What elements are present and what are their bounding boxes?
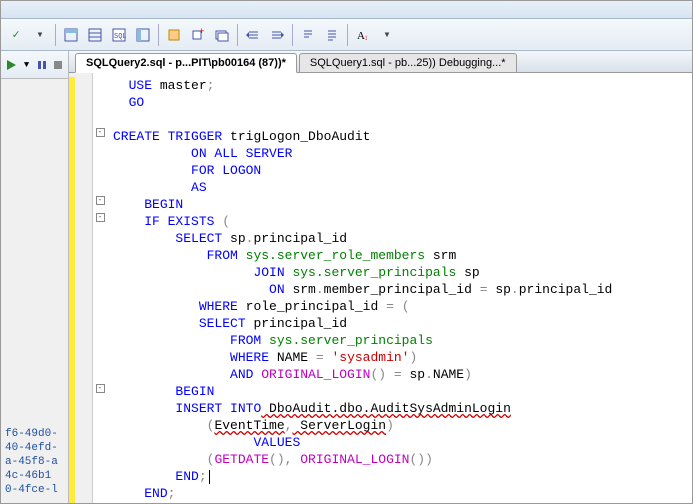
dropdown-icon[interactable]: ▾ — [29, 24, 51, 46]
pause-icon[interactable] — [36, 56, 48, 74]
fold-column: - - - - — [93, 73, 107, 503]
show-results-icon[interactable] — [132, 24, 154, 46]
list-item[interactable]: a-45f8-a — [3, 455, 66, 469]
list-item[interactable]: 40-4efd- — [3, 441, 66, 455]
indent-icon[interactable] — [266, 24, 288, 46]
add-group-icon[interactable] — [211, 24, 233, 46]
tab-sqlquery1[interactable]: SQLQuery1.sql - pb...25)) Debugging...* — [299, 53, 517, 72]
separator — [292, 24, 293, 46]
execute-icon[interactable] — [5, 56, 17, 74]
svg-text:SQL: SQL — [114, 33, 126, 41]
separator — [347, 24, 348, 46]
main-toolbar: ✓ ▾ SQL + A↕ ▾ — [1, 19, 692, 51]
window-titlebar — [1, 1, 692, 19]
show-criteria-icon[interactable] — [84, 24, 106, 46]
editor-tabs: SQLQuery2.sql - p...PIT\pb00164 (87))* S… — [69, 51, 692, 73]
fold-icon[interactable]: - — [96, 128, 105, 137]
dropdown2-icon[interactable]: ▾ — [376, 24, 398, 46]
list-item[interactable]: 0-4fce-l — [3, 483, 66, 497]
stop-icon[interactable] — [52, 56, 64, 74]
fold-icon[interactable]: - — [96, 213, 105, 222]
separator — [55, 24, 56, 46]
code-editor[interactable]: - - - - USE master; GO CREATE TRIGGER tr… — [69, 73, 692, 503]
show-sql-icon[interactable]: SQL — [108, 24, 130, 46]
outdent-icon[interactable] — [242, 24, 264, 46]
change-indicator — [69, 77, 75, 503]
text-cursor — [209, 470, 210, 484]
fold-icon[interactable]: - — [96, 384, 105, 393]
run-toolbar: ▾ — [1, 51, 68, 79]
separator — [158, 24, 159, 46]
tab-sqlquery2[interactable]: SQLQuery2.sql - p...PIT\pb00164 (87))* — [75, 53, 297, 73]
verify-icon[interactable]: ✓ — [5, 24, 27, 46]
execute-dropdown-icon[interactable]: ▾ — [21, 56, 32, 74]
comment-icon[interactable] — [297, 24, 319, 46]
svg-text:+: + — [199, 28, 204, 37]
svg-text:↕: ↕ — [364, 35, 368, 42]
object-explorer-list: f6-49d0- 40-4efd- a-45f8-a 4c-46b1 0-4fc… — [1, 79, 68, 503]
code-content[interactable]: USE master; GO CREATE TRIGGER trigLogon_… — [107, 73, 692, 503]
list-item[interactable]: 4c-46b1 — [3, 469, 66, 483]
list-item[interactable]: f6-49d0- — [3, 427, 66, 441]
change-type-icon[interactable] — [163, 24, 185, 46]
object-explorer-panel: ▾ f6-49d0- 40-4efd- a-45f8-a 4c-46b1 0-4… — [1, 51, 69, 503]
show-diagram-icon[interactable] — [60, 24, 82, 46]
font-icon[interactable]: A↕ — [352, 24, 374, 46]
uncomment-icon[interactable] — [321, 24, 343, 46]
fold-icon[interactable]: - — [96, 196, 105, 205]
add-table-icon[interactable]: + — [187, 24, 209, 46]
separator — [237, 24, 238, 46]
gutter — [69, 73, 93, 503]
